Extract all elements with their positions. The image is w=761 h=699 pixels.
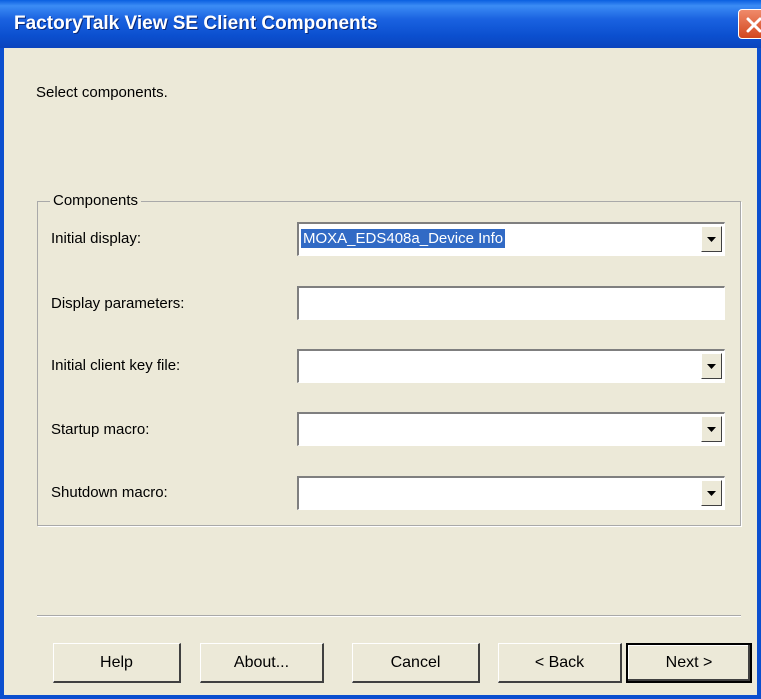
cancel-button[interactable]: Cancel (352, 643, 480, 683)
initial-display-value: MOXA_EDS408a_Device Info (301, 229, 506, 248)
chevron-down-icon (707, 491, 716, 496)
chevron-down-icon (707, 364, 716, 369)
close-button[interactable] (738, 9, 761, 39)
initial-client-key-file-dropdown-button[interactable] (701, 353, 722, 379)
about-button[interactable]: About... (200, 643, 324, 683)
help-button[interactable]: Help (53, 643, 181, 683)
window-frame-left (0, 48, 4, 699)
shutdown-macro-dropdown[interactable] (297, 476, 725, 510)
shutdown-macro-dropdown-button[interactable] (701, 480, 722, 506)
initial-client-key-file-dropdown[interactable] (297, 349, 725, 383)
window-title: FactoryTalk View SE Client Components (14, 13, 378, 34)
title-bar: FactoryTalk View SE Client Components (0, 0, 761, 48)
startup-macro-dropdown[interactable] (297, 412, 725, 446)
button-separator (37, 615, 741, 617)
initial-client-key-file-label: Initial client key file: (51, 357, 181, 374)
display-parameters-label: Display parameters: (51, 295, 185, 312)
instruction-text: Select components. (36, 84, 168, 101)
initial-display-label: Initial display: (51, 230, 142, 247)
chevron-down-icon (707, 427, 716, 432)
startup-macro-label: Startup macro: (51, 421, 150, 438)
back-button[interactable]: < Back (498, 643, 622, 683)
display-parameters-field[interactable] (297, 286, 725, 320)
initial-display-dropdown[interactable]: MOXA_EDS408a_Device Info (297, 222, 725, 256)
window-frame-bottom (0, 695, 761, 699)
shutdown-macro-label: Shutdown macro: (51, 484, 168, 501)
window-frame-right (757, 48, 761, 699)
startup-macro-dropdown-button[interactable] (701, 416, 722, 442)
close-icon (746, 17, 761, 33)
initial-display-dropdown-button[interactable] (701, 226, 722, 252)
chevron-down-icon (707, 237, 716, 242)
next-button[interactable]: Next > (626, 643, 752, 683)
display-parameters-input[interactable] (301, 290, 723, 318)
components-group-legend: Components (50, 192, 142, 209)
